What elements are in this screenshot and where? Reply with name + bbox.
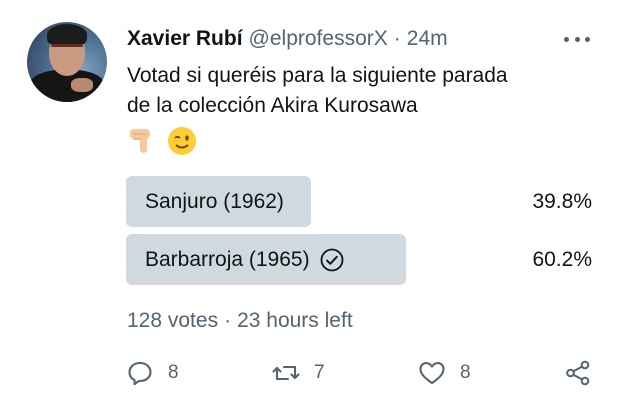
share-icon bbox=[566, 360, 590, 386]
backhand-index-pointing-down-icon bbox=[130, 129, 150, 153]
poll-time-left: 23 hours left bbox=[237, 309, 353, 332]
poll-option-percent: 39.8% bbox=[532, 189, 592, 213]
author-name[interactable]: Xavier Rubí bbox=[127, 27, 243, 51]
retweet-icon bbox=[272, 365, 300, 381]
tweet-text-line-1: Votad si queréis para la siguiente parad… bbox=[127, 64, 508, 87]
tweet-card: Xavier Rubí @elprofessorX · 24m Votad si… bbox=[0, 0, 620, 401]
poll-option[interactable]: Sanjuro (1962) 39.8% bbox=[126, 176, 596, 227]
reply-icon bbox=[128, 361, 152, 386]
poll-meta-separator: · bbox=[224, 309, 232, 332]
share-button[interactable] bbox=[564, 355, 592, 391]
like-button[interactable]: 8 bbox=[418, 355, 471, 391]
poll-meta: 128 votes · 23 hours left bbox=[127, 306, 353, 336]
poll-votes: 128 votes bbox=[127, 309, 219, 332]
tweet-text-line-2: de la colección Akira Kurosawa bbox=[127, 94, 418, 117]
tweet-text: Votad si queréis para la siguiente parad… bbox=[127, 61, 597, 121]
emoji-row bbox=[127, 125, 197, 157]
poll-option-label: Sanjuro (1962) bbox=[145, 189, 284, 213]
retweet-count: 7 bbox=[314, 362, 325, 383]
poll-option-percent: 60.2% bbox=[532, 247, 592, 271]
check-circle-icon bbox=[320, 248, 343, 271]
reply-count: 8 bbox=[168, 362, 179, 383]
action-bar: 8 7 8 bbox=[126, 355, 596, 391]
poll-option[interactable]: Barbarroja (1965) 60.2% bbox=[126, 234, 596, 285]
avatar[interactable] bbox=[27, 22, 107, 102]
reply-button[interactable]: 8 bbox=[126, 355, 179, 391]
retweet-button[interactable]: 7 bbox=[272, 355, 325, 391]
like-icon bbox=[419, 361, 445, 385]
like-count: 8 bbox=[460, 362, 471, 383]
winking-face-icon bbox=[168, 127, 196, 155]
poll-option-label: Barbarroja (1965) bbox=[145, 234, 344, 285]
header-separator: · bbox=[393, 27, 401, 50]
author-handle[interactable]: @elprofessorX bbox=[249, 27, 388, 51]
tweet-header: Xavier Rubí @elprofessorX · 24m bbox=[127, 24, 448, 54]
more-options-icon[interactable] bbox=[564, 30, 590, 48]
timestamp[interactable]: 24m bbox=[407, 27, 448, 51]
